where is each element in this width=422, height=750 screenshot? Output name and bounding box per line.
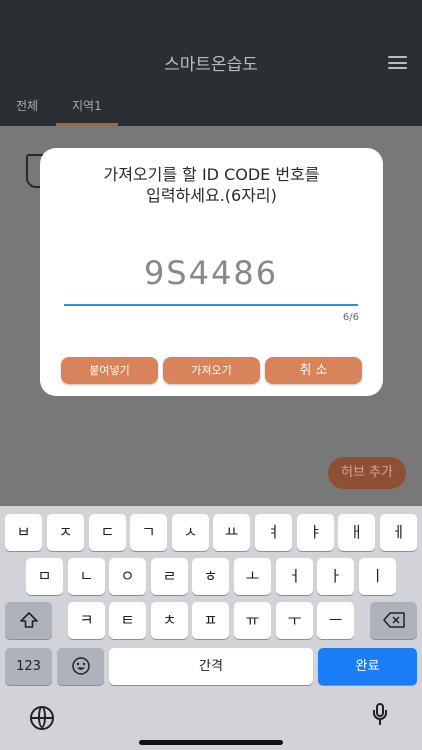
key-g[interactable]: ㄱ [130,514,167,551]
char-counter: 6/6 [342,312,359,323]
key-j[interactable]: ㅈ [47,514,84,551]
import-code-dialog: 가져오기를 할 ID CODE 번호를 입력하세요.(6자리) 6/6 붙여넣기… [40,148,383,396]
tab-bar: 전체 지역1 [0,93,422,126]
app-header: 스마트온습도 전체 지역1 [0,0,422,126]
shift-key[interactable] [5,602,52,639]
globe-icon[interactable] [30,706,54,730]
backspace-key[interactable] [370,602,417,639]
key-e[interactable]: ㅔ [380,514,417,551]
key-ya[interactable]: ㅑ [297,514,334,551]
keyboard: ㅂ ㅈ ㄷ ㄱ ㅅ ㅛ ㅕ ㅑ ㅐ ㅔ ㅁ ㄴ ㅇ ㄹ ㅎ ㅗ ㅓ ㅏ ㅣ ㅋ … [0,506,422,750]
key-k[interactable]: ㅋ [68,602,105,639]
key-b[interactable]: ㅂ [5,514,42,551]
key-ch[interactable]: ㅊ [151,602,188,639]
backspace-icon [382,612,405,628]
id-code-input[interactable] [64,254,358,292]
key-yo[interactable]: ㅛ [213,514,250,551]
shift-icon [19,612,38,628]
key-p[interactable]: ㅍ [192,602,229,639]
dialog-message-line1: 가져오기를 할 ID CODE 번호를 [103,165,320,184]
tab-all[interactable]: 전체 [16,97,38,114]
cancel-button[interactable]: 취 소 [265,357,362,384]
key-ng[interactable]: ㅇ [109,558,146,595]
input-underline [64,304,358,306]
emoji-icon [71,657,90,675]
microphone-icon[interactable] [373,703,387,725]
key-ae[interactable]: ㅐ [338,514,375,551]
emoji-key[interactable] [57,648,104,685]
hub-add-button[interactable]: 허브 추가 [328,457,406,489]
numbers-key[interactable]: 123 [5,648,52,685]
key-d[interactable]: ㄷ [89,514,126,551]
key-s[interactable]: ㅅ [172,514,209,551]
return-key[interactable]: 완료 [318,648,417,685]
key-eu[interactable]: ㅡ [317,602,354,639]
paste-button[interactable]: 붙여넣기 [61,357,158,384]
key-o[interactable]: ㅗ [234,558,271,595]
tab-region1[interactable]: 지역1 [72,97,102,114]
key-m[interactable]: ㅁ [26,558,63,595]
key-n[interactable]: ㄴ [68,558,105,595]
home-indicator [139,740,283,745]
import-button[interactable]: 가져오기 [163,357,260,384]
key-i[interactable]: ㅣ [359,558,396,595]
key-r[interactable]: ㄹ [151,558,188,595]
key-yu[interactable]: ㅠ [234,602,271,639]
app-title: 스마트온습도 [164,55,258,75]
hamburger-menu-icon[interactable] [388,56,407,69]
dialog-message-line2: 입력하세요.(6자리) [146,186,277,205]
key-yeo[interactable]: ㅕ [255,514,292,551]
key-eo[interactable]: ㅓ [276,558,313,595]
key-h[interactable]: ㅎ [192,558,229,595]
space-key[interactable]: 간격 [109,648,313,685]
key-a[interactable]: ㅏ [317,558,354,595]
key-u[interactable]: ㅜ [276,602,313,639]
key-t[interactable]: ㅌ [109,602,146,639]
dialog-message: 가져오기를 할 ID CODE 번호를 입력하세요.(6자리) [40,164,383,206]
